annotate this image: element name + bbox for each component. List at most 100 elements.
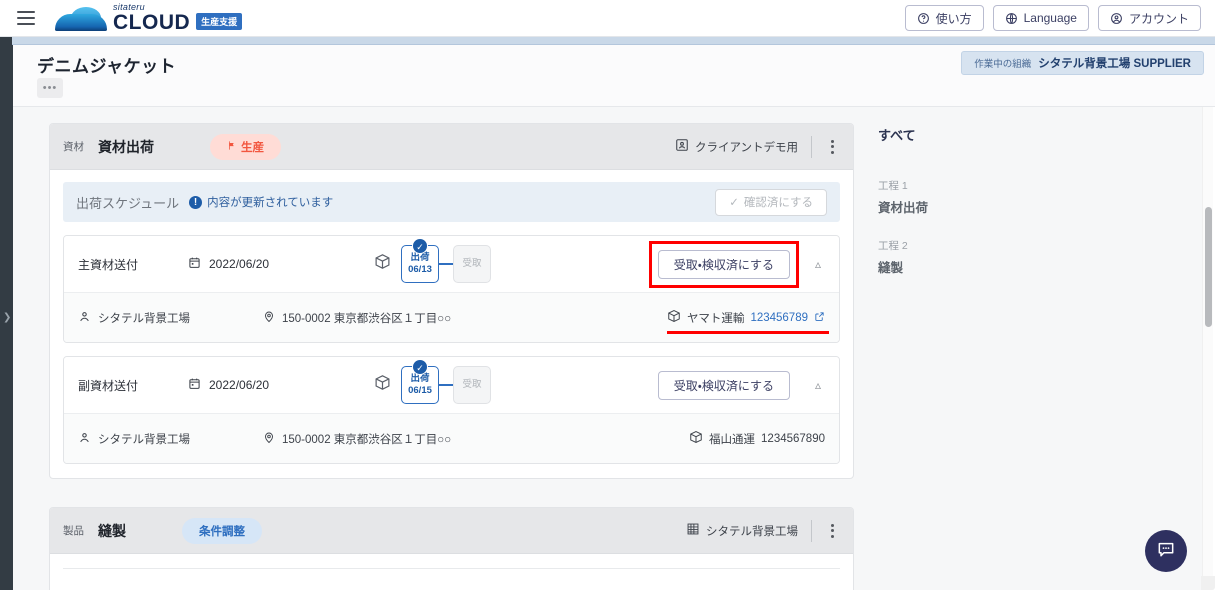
shipment-name: 主資材送付: [78, 257, 139, 272]
step-shipped[interactable]: ✓ 出荷 06/15: [401, 359, 439, 404]
card-menu-button[interactable]: [825, 520, 840, 542]
step-shipped[interactable]: ✓ 出荷 06/13: [401, 238, 439, 283]
row-actions: 受取・検収済にする ▵: [648, 240, 825, 288]
globe-icon: [1005, 12, 1018, 25]
accept-action-highlight: 受取・検収済にする: [648, 240, 799, 288]
shipment-detail-row: シタテル背景工場 150-0002 東京都渋谷区１丁目○○: [64, 414, 839, 463]
detail-address-label: 150-0002 東京都渋谷区１丁目○○: [282, 433, 452, 446]
shipment-block: 主資材送付 2022/06/20 ✓ 出荷 06/13 受取 受取・検収済にする…: [63, 235, 840, 343]
app-header: sitateru CLOUD 生産支援 使い方 Language アカウント: [0, 0, 1215, 37]
chat-bubble-icon: [1156, 539, 1176, 564]
page-title-bar: デニムジャケット ••• 作業中の組織 シタテル背景工場 SUPPLIER: [13, 45, 1215, 107]
person-icon: [78, 310, 91, 326]
detail-tracking-number[interactable]: 123456789: [750, 312, 808, 324]
language-button[interactable]: Language: [992, 5, 1089, 31]
status-badge: 生産: [210, 133, 281, 160]
step-check-icon: ✓: [412, 359, 428, 375]
row-actions: 受取・検収済にする ▵: [651, 364, 825, 407]
question-circle-icon: [917, 12, 930, 25]
card-owner-label: クライアントデモ用: [694, 141, 798, 154]
working-org-prefix: 作業中の組織: [974, 59, 1032, 70]
detail-carrier-label: ヤマト運輸: [686, 312, 745, 325]
status-badge-label: 条件調整: [199, 525, 245, 538]
step-check-icon: ✓: [412, 238, 428, 254]
step-shipped-date: 06/15: [408, 385, 432, 396]
person-icon: [78, 431, 91, 447]
external-link-icon[interactable]: [814, 311, 825, 325]
schedule-title: 出荷スケジュール: [76, 195, 180, 211]
mark-received-inspected-button[interactable]: 受取・検収済にする: [657, 370, 790, 400]
accept-action-wrap: 受取・検収済にする: [651, 364, 797, 407]
shipment-name: 副資材送付: [78, 378, 139, 393]
card-header: 資材 資材出荷 生産 クライアントデモ用: [50, 124, 853, 170]
left-rail: ❯: [0, 45, 13, 590]
card-kind-label: 資材: [63, 141, 84, 153]
detail-factory-label: シタテル背景工場: [98, 312, 190, 325]
detail-address: 150-0002 東京都渋谷区１丁目○○: [263, 310, 633, 326]
card-owner-label: シタテル背景工場: [706, 525, 798, 538]
location-pin-icon: [263, 431, 275, 447]
divider: [811, 519, 812, 542]
expand-sidebar-icon[interactable]: ❯: [3, 313, 11, 323]
detail-address-label: 150-0002 東京都渋谷区１丁目○○: [282, 312, 452, 325]
card-owner: クライアントデモ用: [675, 138, 798, 155]
schedule-note-label: 内容が更新されています: [207, 197, 334, 209]
page-title: デニムジャケット: [37, 57, 177, 76]
account-button[interactable]: アカウント: [1097, 5, 1201, 31]
step-received-label: 受取: [462, 258, 482, 270]
sidebar-item-process-2[interactable]: 工程 2 縫製: [878, 238, 1193, 276]
package-icon: [374, 253, 391, 275]
page-scrollbar[interactable]: [1202, 107, 1213, 590]
brand-logo[interactable]: sitateru CLOUD 生産支援: [55, 3, 243, 33]
working-org-badge: 作業中の組織 シタテル背景工場 SUPPLIER: [961, 51, 1204, 75]
mark-confirmed-button[interactable]: ✓ 確認済にする: [715, 188, 827, 216]
divider: [63, 568, 840, 569]
detail-factory: シタテル背景工場: [78, 310, 263, 326]
shipment-steps: ✓ 出荷 06/15 受取: [374, 359, 491, 404]
shipment-row: 副資材送付 2022/06/20 ✓ 出荷 06/15 受取 受取・検収済にする…: [64, 357, 839, 414]
header-actions: 使い方 Language アカウント: [904, 5, 1215, 31]
location-pin-icon: [263, 310, 275, 326]
language-button-label: Language: [1023, 11, 1077, 25]
sidebar-item-process-1[interactable]: 工程 1 資材出荷: [878, 178, 1193, 216]
status-badge: 条件調整: [182, 517, 262, 544]
shipment-row: 主資材送付 2022/06/20 ✓ 出荷 06/13 受取 受取・検収済にする…: [64, 236, 839, 293]
chat-button[interactable]: [1145, 530, 1187, 572]
shipment-date-text: 2022/06/20: [209, 257, 270, 271]
shipment-date-text: 2022/06/20: [209, 378, 270, 392]
collapse-row-icon[interactable]: ▵: [811, 257, 825, 271]
sidebar-item-all[interactable]: すべて: [878, 125, 1193, 144]
shipment-date: 2022/06/20: [188, 377, 338, 393]
detail-factory: シタテル背景工場: [78, 431, 263, 447]
divider: [811, 135, 812, 158]
working-org-name: シタテル背景工場 SUPPLIER: [1038, 58, 1191, 70]
sidebar-process-2-step: 工程 2: [878, 240, 908, 252]
scrollbar-thumb[interactable]: [1205, 207, 1212, 327]
package-icon: [689, 430, 703, 447]
calendar-icon: [188, 377, 201, 393]
step-received[interactable]: 受取: [453, 366, 491, 404]
step-received-label: 受取: [462, 379, 482, 391]
building-icon: [686, 522, 700, 539]
schedule-note: ! 内容が更新されています: [189, 194, 333, 210]
help-button[interactable]: 使い方: [904, 5, 984, 31]
card-title: 縫製: [98, 522, 126, 539]
card-title: 資材出荷: [98, 138, 154, 155]
shipment-steps: ✓ 出荷 06/13 受取: [374, 238, 491, 283]
step-received[interactable]: 受取: [453, 245, 491, 283]
collapse-row-icon[interactable]: ▵: [811, 378, 825, 392]
process-sidebar: すべて 工程 1 資材出荷 工程 2 縫製: [863, 107, 1193, 590]
detail-address: 150-0002 東京都渋谷区１丁目○○: [263, 431, 633, 447]
shipment-date: 2022/06/20: [188, 256, 338, 272]
help-button-label: 使い方: [935, 11, 972, 26]
schedule-bar: 出荷スケジュール ! 内容が更新されています ✓ 確認済にする: [63, 182, 840, 222]
card-menu-button[interactable]: [825, 136, 840, 158]
detail-carrier: 福山通運 1234567890: [689, 430, 825, 447]
card-kind-label: 製品: [63, 525, 84, 537]
mark-received-inspected-button[interactable]: 受取・検収済にする: [657, 249, 790, 279]
page-more-button[interactable]: •••: [37, 78, 63, 98]
hamburger-icon[interactable]: [17, 11, 35, 25]
card-header: 製品 縫製 条件調整 シタテル背景工場: [50, 508, 853, 554]
detail-carrier[interactable]: ヤマト運輸 123456789: [666, 309, 830, 334]
step-connector: [439, 384, 453, 386]
